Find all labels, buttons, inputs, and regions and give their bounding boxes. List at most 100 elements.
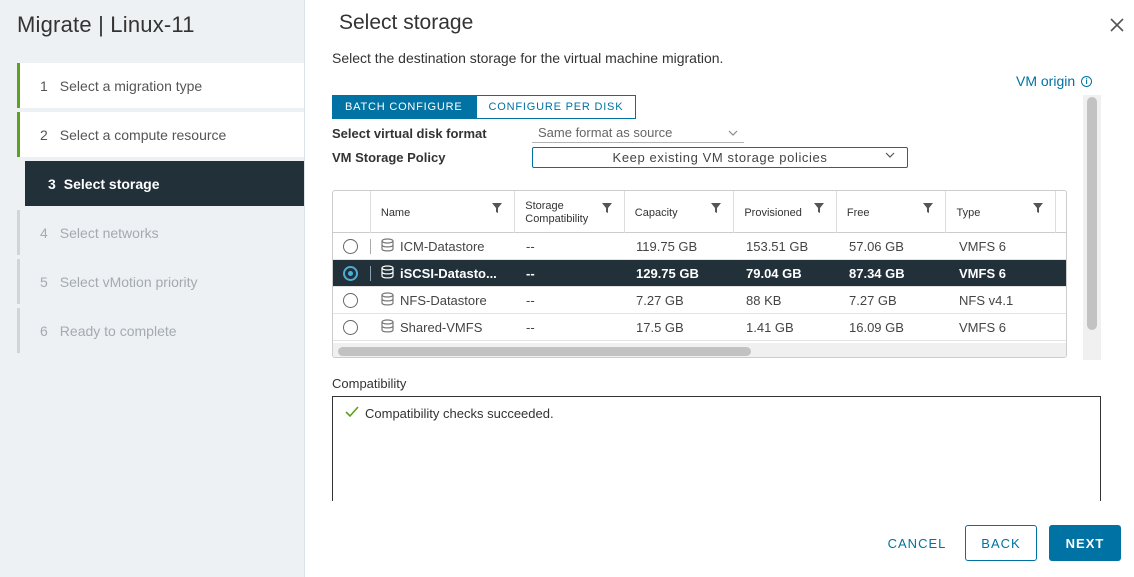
- storage-policy-value: Keep existing VM storage policies: [612, 150, 828, 165]
- header-free[interactable]: Free: [837, 191, 947, 233]
- table-row[interactable]: Shared-VMFS -- 17.5 GB 1.41 GB 16.09 GB …: [333, 314, 1066, 341]
- datastore-icon: [381, 318, 394, 336]
- step-label: Select vMotion priority: [59, 273, 198, 290]
- step-number: 1: [40, 77, 48, 94]
- disk-format-select[interactable]: Same format as source: [532, 123, 744, 143]
- step-number: 5: [40, 273, 48, 290]
- scrollbar-thumb[interactable]: [338, 347, 751, 356]
- cell-free: 16.09 GB: [849, 319, 904, 335]
- step-number: 3: [48, 175, 56, 192]
- scrollbar-thumb[interactable]: [1087, 97, 1097, 330]
- vm-origin-label: VM origin: [1016, 73, 1076, 89]
- wizard-main: Select storage Select the destination st…: [305, 0, 1134, 577]
- config-tabs: BATCH CONFIGURE CONFIGURE PER DISK: [332, 95, 637, 119]
- datastore-icon: [381, 237, 394, 255]
- step-select-networks: 4 Select networks: [17, 210, 304, 255]
- filter-icon[interactable]: [813, 203, 824, 216]
- step-label: Select a migration type: [59, 77, 203, 94]
- header-provisioned-label: Provisioned: [744, 207, 802, 219]
- storage-policy-row: VM Storage Policy Keep existing VM stora…: [332, 147, 908, 168]
- step-label: Select networks: [59, 224, 159, 241]
- step-ready-to-complete: 6 Ready to complete: [17, 308, 304, 353]
- step-migration-type[interactable]: 1 Select a migration type: [17, 63, 304, 108]
- cell-provisioned: 153.51 GB: [746, 238, 809, 254]
- cell-provisioned: 1.41 GB: [746, 319, 794, 335]
- cell-type: NFS v4.1: [959, 292, 1014, 308]
- vertical-scrollbar[interactable]: [1083, 95, 1101, 360]
- compatibility-panel: Compatibility checks succeeded.: [332, 396, 1101, 501]
- filter-icon[interactable]: [923, 203, 934, 216]
- chevron-down-icon: [728, 130, 738, 136]
- header-capacity[interactable]: Capacity: [625, 191, 735, 233]
- row-name: Shared-VMFS: [400, 319, 483, 335]
- cell-free: 87.34 GB: [849, 265, 905, 281]
- filter-icon[interactable]: [1033, 203, 1044, 216]
- row-radio[interactable]: [343, 292, 358, 308]
- cell-name: Shared-VMFS: [371, 314, 516, 340]
- header-provisioned[interactable]: Provisioned: [734, 191, 837, 233]
- row-select-cell: [333, 287, 371, 313]
- check-icon: [345, 406, 359, 421]
- grid-header: Name Storage Compatibility Capacity Prov…: [333, 191, 1066, 233]
- step-label: Ready to complete: [59, 322, 177, 339]
- datastore-icon: [381, 264, 394, 282]
- next-button[interactable]: NEXT: [1049, 525, 1121, 561]
- row-radio[interactable]: [343, 265, 358, 281]
- step-label: Select storage: [63, 175, 160, 192]
- cell-provisioned: 88 KB: [746, 292, 782, 308]
- step-label: Select a compute resource: [59, 126, 227, 143]
- cell-compat: --: [526, 265, 535, 281]
- wizard-title: Migrate | Linux-11: [17, 12, 195, 37]
- storage-policy-label: VM Storage Policy: [332, 150, 446, 165]
- cell-capacity: 7.27 GB: [636, 292, 684, 308]
- row-name: iSCSI-Datasto...: [400, 265, 497, 281]
- step-compute-resource[interactable]: 2 Select a compute resource: [17, 112, 304, 157]
- info-icon[interactable]: i: [1081, 75, 1093, 87]
- grid-body: ICM-Datastore -- 119.75 GB 153.51 GB 57.…: [333, 233, 1066, 341]
- step-select-storage[interactable]: 3 Select storage: [25, 161, 304, 206]
- step-number: 6: [40, 322, 48, 339]
- table-row[interactable]: NFS-Datastore -- 7.27 GB 88 KB 7.27 GB N…: [333, 287, 1066, 314]
- header-type[interactable]: Type: [946, 191, 1057, 233]
- cell-type: VMFS 6: [959, 319, 1006, 335]
- storage-policy-select[interactable]: Keep existing VM storage policies: [532, 147, 908, 168]
- datastore-icon: [381, 291, 394, 309]
- cell-compat: --: [526, 292, 535, 308]
- header-spacer: [1056, 191, 1066, 233]
- row-radio[interactable]: [343, 319, 358, 335]
- table-row[interactable]: iSCSI-Datasto... -- 129.75 GB 79.04 GB 8…: [333, 260, 1066, 287]
- compatibility-label: Compatibility: [332, 376, 407, 391]
- cell-provisioned: 79.04 GB: [746, 265, 802, 281]
- horizontal-scrollbar[interactable]: [333, 343, 1066, 357]
- disk-format-value: Same format as source: [538, 125, 673, 140]
- row-name: NFS-Datastore: [400, 292, 487, 308]
- filter-icon[interactable]: [601, 203, 612, 217]
- vm-origin-link[interactable]: VM origin i: [1016, 73, 1093, 89]
- close-icon[interactable]: [1108, 16, 1126, 34]
- cell-name: ICM-Datastore: [371, 233, 516, 259]
- cell-name: NFS-Datastore: [371, 287, 516, 313]
- cell-capacity: 129.75 GB: [636, 265, 699, 281]
- header-compat[interactable]: Storage Compatibility: [515, 191, 625, 233]
- disk-format-row: Select virtual disk format Same format a…: [332, 123, 744, 143]
- step-number: 2: [40, 126, 48, 143]
- storage-scroll-area: BATCH CONFIGURE CONFIGURE PER DISK Selec…: [332, 95, 1102, 360]
- tab-configure-per-disk[interactable]: CONFIGURE PER DISK: [475, 95, 637, 119]
- cell-type: VMFS 6: [959, 238, 1006, 254]
- row-select-cell: [333, 260, 371, 286]
- cancel-button[interactable]: CANCEL: [877, 525, 957, 561]
- compatibility-text: Compatibility checks succeeded.: [365, 406, 554, 421]
- row-radio[interactable]: [343, 238, 358, 254]
- table-row[interactable]: ICM-Datastore -- 119.75 GB 153.51 GB 57.…: [333, 233, 1066, 260]
- tab-batch-configure[interactable]: BATCH CONFIGURE: [332, 95, 476, 119]
- row-select-cell: [333, 233, 371, 259]
- cell-capacity: 119.75 GB: [636, 238, 698, 254]
- page-title: Select storage: [339, 11, 474, 34]
- header-name[interactable]: Name: [371, 191, 516, 233]
- filter-icon[interactable]: [711, 203, 722, 216]
- filter-icon[interactable]: [492, 203, 503, 216]
- back-button[interactable]: BACK: [965, 525, 1037, 561]
- header-capacity-label: Capacity: [634, 207, 678, 219]
- row-name: ICM-Datastore: [400, 238, 485, 254]
- header-compat-label: Storage Compatibility: [525, 200, 589, 225]
